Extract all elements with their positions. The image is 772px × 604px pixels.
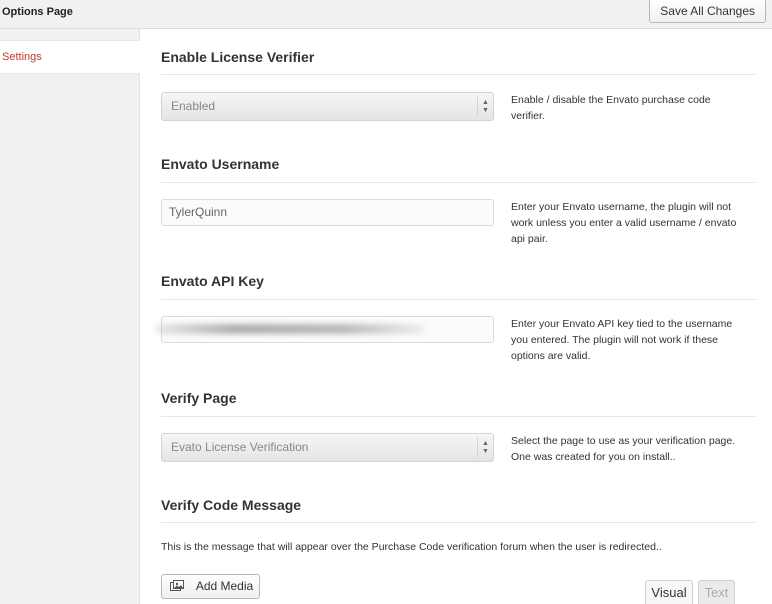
add-media-button[interactable]: Add Media xyxy=(161,574,260,599)
divider xyxy=(161,416,756,417)
divider xyxy=(161,299,756,300)
select-arrows-icon: ▲ ▼ xyxy=(477,437,493,458)
section-title-username: Envato Username xyxy=(161,156,280,172)
section-title-verify-page: Verify Page xyxy=(161,390,237,406)
top-bar: Options Page Save All Changes xyxy=(0,0,772,29)
username-input[interactable]: TylerQuinn xyxy=(161,199,494,226)
username-value: TylerQuinn xyxy=(169,205,228,219)
save-all-changes-button[interactable]: Save All Changes xyxy=(649,0,766,23)
section-title-verify-message: Verify Code Message xyxy=(161,497,302,513)
verify-message-description: This is the message that will appear ove… xyxy=(161,541,662,553)
license-verifier-description: Enable / disable the Envato purchase cod… xyxy=(511,94,711,122)
license-verifier-select[interactable]: Enabled ▲ ▼ xyxy=(161,92,494,121)
section-title-apikey: Envato API Key xyxy=(161,273,264,289)
license-verifier-value: Enabled xyxy=(171,99,216,113)
media-icon xyxy=(170,580,184,591)
verify-page-value: Evato License Verification xyxy=(171,440,309,454)
add-media-label: Add Media xyxy=(195,579,254,593)
api-key-description: Enter your Envato API key tied to the us… xyxy=(511,318,733,362)
tab-visual[interactable]: Visual xyxy=(645,580,693,604)
page-title: Options Page xyxy=(2,6,73,18)
divider xyxy=(161,522,756,523)
section-title-license: Enable License Verifier xyxy=(161,49,315,65)
select-arrows-icon: ▲ ▼ xyxy=(477,96,493,117)
tab-text[interactable]: Text xyxy=(698,580,735,604)
divider xyxy=(161,74,756,75)
sidebar: Settings xyxy=(0,29,140,604)
api-key-redacted-blur xyxy=(155,324,425,334)
sidebar-item-settings[interactable]: Settings xyxy=(0,40,140,74)
divider xyxy=(161,182,756,183)
verify-page-select[interactable]: Evato License Verification ▲ ▼ xyxy=(161,433,494,462)
verify-page-description: Select the page to use as your verificat… xyxy=(511,435,736,463)
username-description: Enter your Envato username, the plugin w… xyxy=(511,201,737,245)
